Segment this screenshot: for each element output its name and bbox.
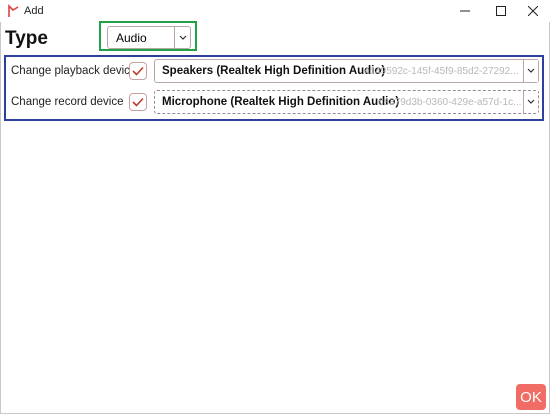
chevron-down-icon: [179, 35, 186, 40]
type-dropdown[interactable]: Audio: [107, 26, 191, 49]
record-dropdown-button[interactable]: [523, 91, 538, 113]
app-logo-icon: [6, 4, 20, 18]
checkmark-icon: [132, 97, 144, 107]
record-device-label: Change record device: [11, 96, 124, 108]
type-heading: Type: [5, 28, 48, 49]
type-dropdown-button[interactable]: [174, 27, 190, 48]
ok-button[interactable]: OK: [516, 384, 546, 410]
record-device-name: Microphone (Realtek High Definition Audi…: [162, 96, 400, 108]
playback-device-name: Speakers (Realtek High Definition Audio): [162, 65, 386, 77]
title-bar[interactable]: Add: [0, 0, 550, 22]
playback-device-label: Change playback device: [11, 65, 137, 77]
minimize-icon: [460, 10, 470, 12]
type-dropdown-value: Audio: [116, 31, 147, 45]
chevron-down-icon: [527, 68, 535, 73]
close-icon: [528, 6, 538, 16]
playback-device-dropdown[interactable]: Speakers (Realtek High Definition Audio)…: [154, 59, 539, 83]
maximize-button[interactable]: [484, 0, 518, 22]
maximize-icon: [496, 6, 506, 16]
playback-device-id: 4149592c-145f-45f9-85d2-27292...: [364, 66, 519, 77]
playback-dropdown-button[interactable]: [523, 60, 538, 82]
record-device-id: de379d3b-0360-429e-a57d-1c...: [378, 97, 522, 108]
record-device-dropdown[interactable]: Microphone (Realtek High Definition Audi…: [154, 90, 539, 114]
checkmark-icon: [132, 66, 144, 76]
chevron-down-icon: [527, 99, 535, 104]
record-device-checkbox[interactable]: [129, 93, 147, 111]
playback-device-checkbox[interactable]: [129, 62, 147, 80]
window-title: Add: [24, 5, 44, 17]
close-button[interactable]: [516, 0, 550, 22]
minimize-button[interactable]: [448, 0, 482, 22]
